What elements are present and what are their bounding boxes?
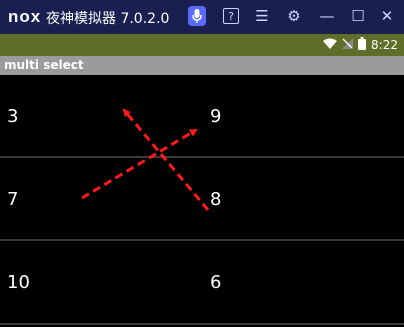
swipe-arrow (122, 108, 210, 211)
swipe-arrow (81, 128, 198, 200)
gesture-overlay (81, 108, 210, 211)
